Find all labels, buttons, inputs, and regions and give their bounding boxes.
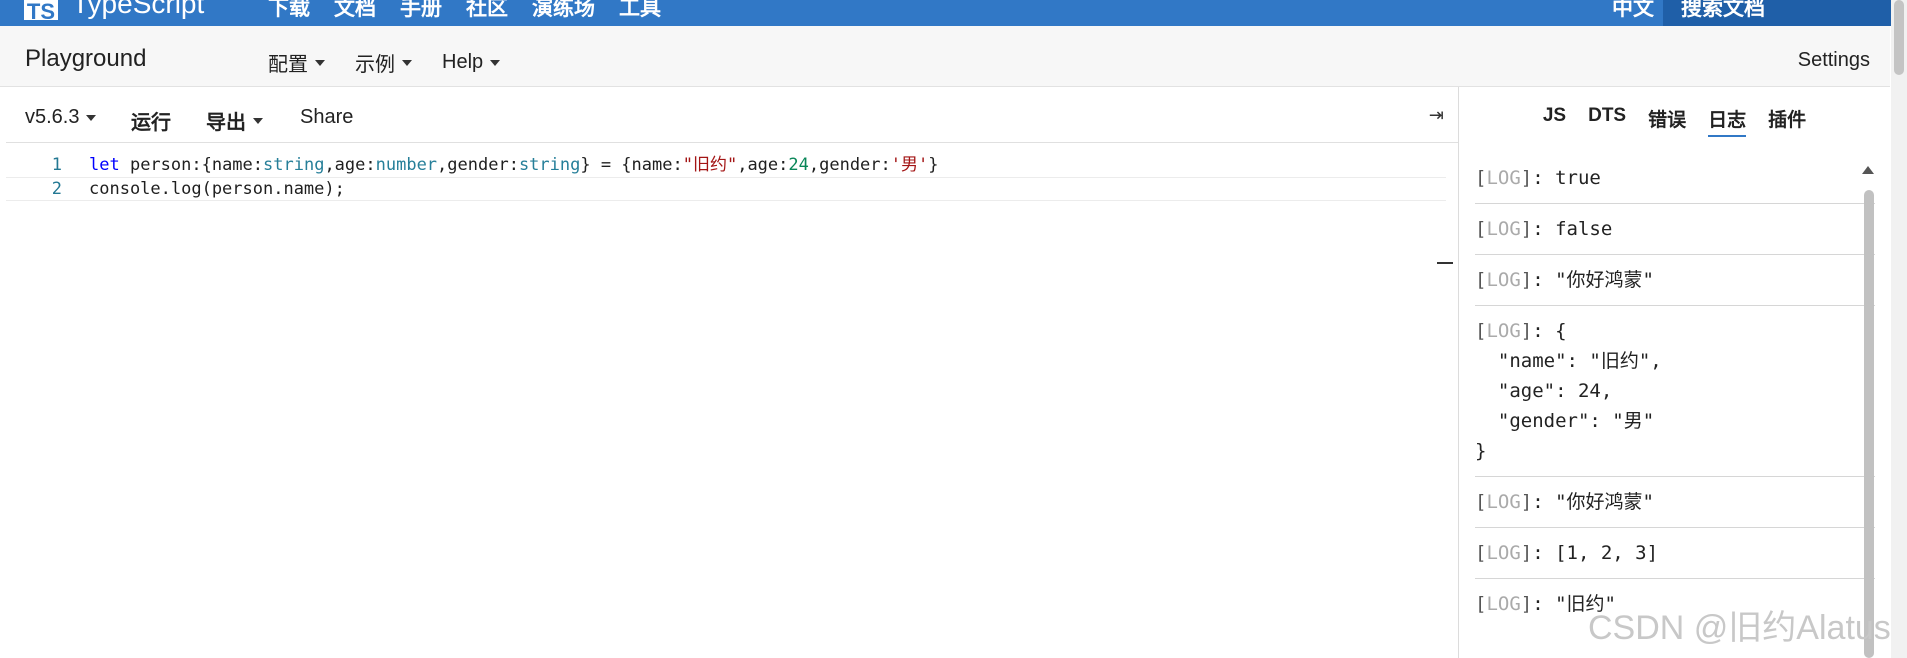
log-value: : false	[1532, 218, 1613, 240]
code-text[interactable]: let person:{name:string,age:number,gende…	[89, 153, 939, 177]
watermark: CSDN @旧约Alatus	[1588, 609, 1891, 647]
export-label: 导出	[206, 112, 246, 134]
log-entry: [LOG]: "你好鸿蒙"	[1475, 477, 1875, 528]
log-tag: LOG	[1486, 593, 1521, 615]
header-menu: 配置 示例 Help	[268, 48, 501, 77]
code-line[interactable]: 1 let person:{name:string,age:number,gen…	[6, 153, 1458, 177]
nav-link-download[interactable]: 下载	[268, 0, 310, 22]
log-value: : "你好鸿蒙"	[1532, 491, 1654, 513]
top-navbar: TS TypeScript 下载 文档 手册 社区 演练场 工具 中文 搜索文档	[0, 0, 1907, 26]
log-tag: LOG	[1486, 269, 1521, 291]
playground-header: Playground 配置 示例 Help Settings	[0, 26, 1890, 87]
examples-menu[interactable]: 示例	[355, 48, 412, 77]
log-list: [LOG]: true [LOG]: false [LOG]: "你好鸿蒙" […	[1475, 153, 1875, 629]
scroll-up-icon[interactable]	[1862, 166, 1874, 174]
help-menu[interactable]: Help	[442, 48, 501, 77]
log-tag: LOG	[1486, 320, 1521, 342]
chevron-down-icon	[402, 59, 412, 66]
log-entry: [LOG]: "你好鸿蒙"	[1475, 255, 1875, 306]
chevron-down-icon	[315, 59, 325, 66]
log-entry: [LOG]: false	[1475, 204, 1875, 255]
nav-links: 下载 文档 手册 社区 演练场 工具	[268, 0, 661, 22]
log-value: : [1, 2, 3]	[1532, 542, 1659, 564]
output-tabs: JS DTS 错误 日志 插件	[1459, 105, 1890, 137]
line-number: 1	[51, 155, 62, 175]
log-value: : "你好鸿蒙"	[1532, 269, 1654, 291]
output-panel: JS DTS 错误 日志 插件 [LOG]: true [LOG]: false…	[1459, 87, 1890, 658]
share-button[interactable]: Share	[300, 106, 353, 129]
chevron-down-icon	[490, 59, 501, 66]
log-tag: LOG	[1486, 542, 1521, 564]
log-entry: [LOG]: { "name": "旧约", "age": 24, "gende…	[1475, 306, 1875, 477]
chevron-down-icon	[253, 117, 263, 124]
search-docs-button[interactable]: 搜索文档	[1663, 0, 1907, 26]
settings-link[interactable]: Settings	[1798, 49, 1870, 72]
tab-js[interactable]: JS	[1543, 105, 1566, 137]
nav-link-docs[interactable]: 文档	[334, 0, 376, 22]
tab-plugins[interactable]: 插件	[1768, 105, 1806, 137]
page-title: Playground	[25, 45, 147, 72]
log-tag: LOG	[1486, 167, 1521, 189]
log-entry: [LOG]: true	[1475, 153, 1875, 204]
tab-errors[interactable]: 错误	[1648, 105, 1686, 137]
log-tag: LOG	[1486, 218, 1521, 240]
page-scrollbar-thumb[interactable]	[1894, 0, 1904, 75]
brand-name[interactable]: TypeScript	[72, 0, 204, 20]
page-scrollbar[interactable]	[1891, 0, 1907, 658]
editor-toolbar: v5.6.3 运行 导出 Share ⇥	[6, 87, 1458, 143]
search-docs-label: 搜索文档	[1681, 0, 1765, 20]
version-select[interactable]: v5.6.3	[25, 106, 97, 129]
examples-menu-label: 示例	[355, 54, 395, 76]
config-menu-label: 配置	[268, 54, 308, 76]
run-button[interactable]: 运行	[131, 106, 171, 135]
export-menu[interactable]: 导出	[206, 106, 263, 135]
editor-pane: v5.6.3 运行 导出 Share ⇥ 1 let person:{name:…	[6, 87, 1459, 658]
nav-link-tools[interactable]: 工具	[619, 0, 661, 22]
tab-dts[interactable]: DTS	[1588, 105, 1626, 137]
minimap-indicator	[1437, 262, 1453, 264]
config-menu[interactable]: 配置	[268, 48, 325, 77]
tab-logs[interactable]: 日志	[1708, 105, 1747, 137]
language-switch[interactable]: 中文	[1612, 0, 1654, 22]
line-number: 2	[51, 179, 62, 199]
nav-link-community[interactable]: 社区	[466, 0, 508, 22]
log-scrollbar[interactable]	[1864, 190, 1874, 658]
typescript-logo-icon[interactable]: TS	[24, 0, 58, 24]
log-entry: [LOG]: [1, 2, 3]	[1475, 528, 1875, 579]
code-editor[interactable]: 1 let person:{name:string,age:number,gen…	[6, 153, 1458, 201]
code-text[interactable]: console.log(person.name);	[89, 178, 345, 200]
nav-link-playground[interactable]: 演练场	[532, 0, 595, 22]
collapse-sidebar-icon[interactable]: ⇥	[1429, 105, 1444, 126]
help-menu-label: Help	[442, 51, 484, 73]
log-tag: LOG	[1486, 491, 1521, 513]
chevron-down-icon	[86, 114, 97, 121]
log-value: : true	[1532, 167, 1601, 189]
nav-link-handbook[interactable]: 手册	[400, 0, 442, 22]
version-label: v5.6.3	[25, 106, 80, 128]
code-line-current[interactable]: 2 console.log(person.name);	[6, 177, 1446, 201]
